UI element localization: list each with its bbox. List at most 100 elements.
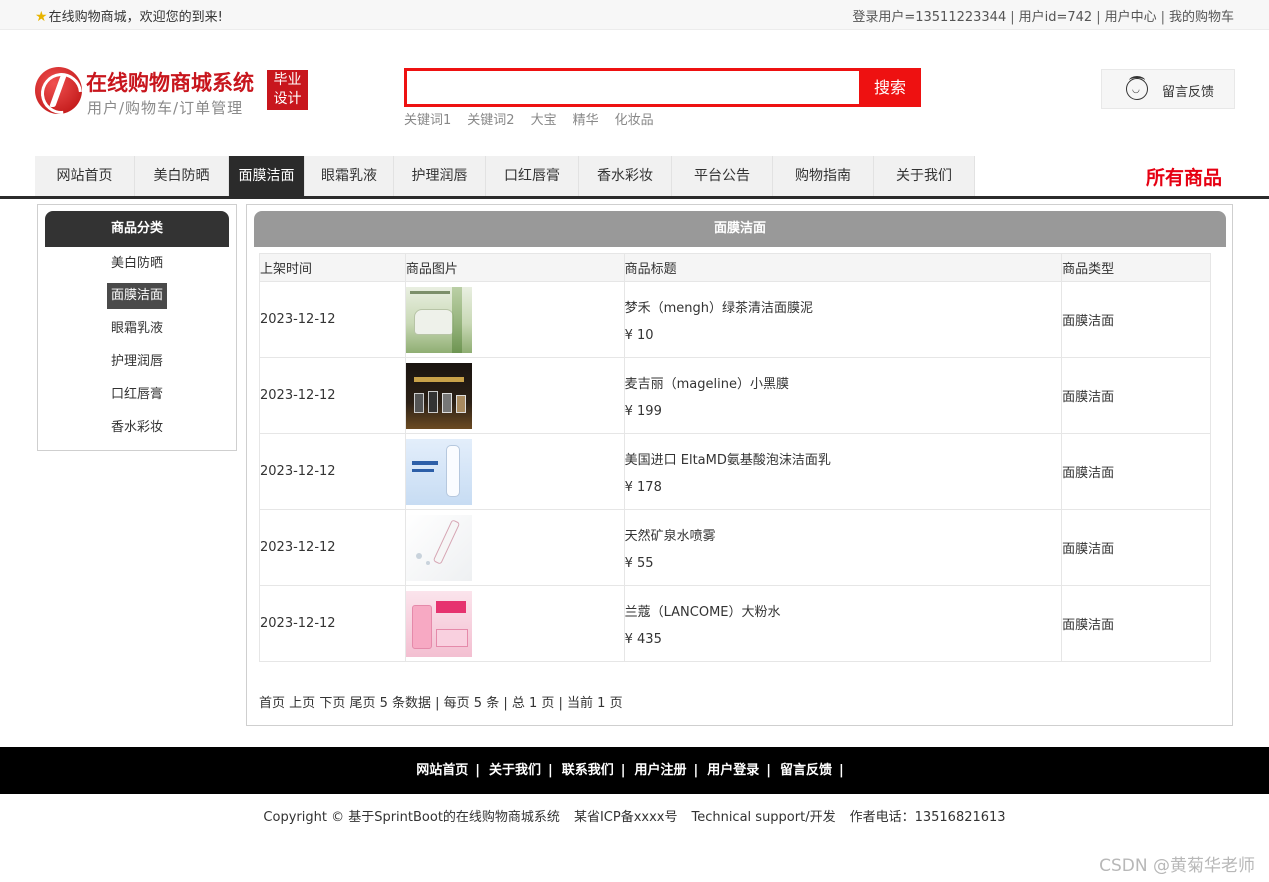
hot-keyword-4[interactable]: 精华 — [573, 113, 599, 128]
sidebar-item-lipstick[interactable]: 口红唇膏 — [38, 382, 236, 408]
row-date: 2023-12-12 — [259, 433, 406, 510]
feedback-button[interactable]: 留言反馈 — [1101, 69, 1235, 109]
footer-link-register[interactable]: 用户注册 — [635, 763, 687, 778]
row-type: 面膜洁面 — [1061, 509, 1211, 586]
sidebar-item-whitening[interactable]: 美白防晒 — [38, 251, 236, 277]
user-id-label: 用户id=742 — [1018, 10, 1093, 25]
row-title-cell: 梦禾（mengh）绿茶清洁面膜泥 ¥ 10 — [623, 281, 1063, 358]
nav-item-whitening[interactable]: 美白防晒 — [135, 156, 229, 196]
footer-link-feedback[interactable]: 留言反馈 — [780, 763, 832, 778]
site-logo-icon[interactable] — [35, 67, 82, 114]
sidebar-item-perfume[interactable]: 香水彩妆 — [38, 415, 236, 441]
nav-item-about-us[interactable]: 关于我们 — [874, 156, 975, 196]
row-image-cell — [404, 433, 625, 510]
row-title-cell: 天然矿泉水喷雾 ¥ 55 — [623, 509, 1063, 586]
nav-item-lipstick[interactable]: 口红唇膏 — [486, 156, 579, 196]
product-price: ¥ 435 — [624, 631, 662, 647]
product-price: ¥ 199 — [624, 403, 662, 419]
column-header-title: 商品标题 — [623, 253, 1063, 282]
row-date: 2023-12-12 — [259, 357, 406, 434]
icp-text: 某省ICP备xxxx号 — [573, 810, 678, 825]
sidebar-item-lip-care[interactable]: 护理润唇 — [38, 349, 236, 375]
row-image-cell — [404, 509, 625, 586]
product-panel: 面膜洁面 上架时间 商品图片 商品标题 商品类型 2023-12-12 梦禾（m… — [246, 204, 1233, 726]
graduation-badge: 毕业 设计 — [267, 70, 308, 110]
feedback-label: 留言反馈 — [1162, 85, 1215, 100]
hot-keyword-2[interactable]: 关键词2 — [467, 113, 514, 128]
search-input[interactable] — [407, 71, 859, 104]
column-header-date: 上架时间 — [259, 253, 406, 282]
site-subtitle: 用户/购物车/订单管理 — [87, 99, 244, 117]
sidebar-item-label: 香水彩妆 — [110, 420, 163, 435]
all-products-link[interactable]: 所有商品 — [1146, 163, 1222, 190]
table-row: 2023-12-12 兰蔻（LANCOME）大粉水 ¥ 435 面膜洁面 — [259, 585, 1211, 662]
row-image-cell — [404, 357, 625, 434]
sidebar-item-label: 眼霜乳液 — [110, 321, 163, 336]
footer-link-contact[interactable]: 联系我们 — [562, 763, 614, 778]
search-button[interactable]: 搜索 — [859, 68, 921, 107]
my-cart-link[interactable]: 我的购物车 — [1169, 10, 1234, 25]
product-image[interactable] — [405, 438, 472, 505]
product-title-link[interactable]: 梦禾（mengh）绿茶清洁面膜泥 — [625, 297, 1062, 316]
sidebar-item-mask-cleanser[interactable]: 面膜洁面 — [38, 283, 236, 309]
column-header-type: 商品类型 — [1061, 253, 1211, 282]
footer-link-about[interactable]: 关于我们 — [489, 763, 541, 778]
product-title-link[interactable]: 美国进口 EltaMD氨基酸泡沫洁面乳 — [625, 449, 1062, 468]
product-image[interactable] — [405, 286, 472, 353]
footer-link-home[interactable]: 网站首页 — [416, 763, 468, 778]
sidebar-item-label: 美白防晒 — [110, 256, 163, 271]
sidebar-item-label: 护理润唇 — [110, 354, 163, 369]
product-image[interactable] — [405, 590, 472, 657]
csdn-watermark: CSDN @黄菊华老师 — [1099, 856, 1255, 876]
table-row: 2023-12-12 天然矿泉水喷雾 ¥ 55 面膜洁面 — [259, 509, 1211, 586]
table-row: 2023-12-12 麦吉丽（mageline）小黑膜 ¥ 199 面膜洁面 — [259, 357, 1211, 434]
row-date: 2023-12-12 — [259, 281, 406, 358]
nav-item-eye-cream[interactable]: 眼霜乳液 — [305, 156, 394, 196]
pager-summary: 5 条数据 | 每页 5 条 | 总 1 页 | 当前 1 页 — [379, 696, 623, 711]
phone-text: 作者电话：13516821613 — [849, 810, 1006, 825]
pager-prev-link[interactable]: 上页 — [289, 696, 315, 711]
pager-next-link[interactable]: 下页 — [319, 696, 345, 711]
hot-keyword-5[interactable]: 化妆品 — [615, 113, 654, 128]
nav-item-home[interactable]: 网站首页 — [35, 156, 135, 196]
nav-item-shopping-guide[interactable]: 购物指南 — [773, 156, 874, 196]
panel-title: 面膜洁面 — [254, 211, 1226, 247]
site-title[interactable]: 在线购物商城系统 — [86, 67, 254, 97]
row-title-cell: 美国进口 EltaMD氨基酸泡沫洁面乳 ¥ 178 — [623, 433, 1063, 510]
table-row: 2023-12-12 美国进口 EltaMD氨基酸泡沫洁面乳 ¥ 178 面膜洁… — [259, 433, 1211, 510]
product-title-link[interactable]: 兰蔻（LANCOME）大粉水 — [625, 601, 1062, 620]
table-header-row: 上架时间 商品图片 商品标题 商品类型 — [259, 253, 1211, 282]
nav-item-announcements[interactable]: 平台公告 — [672, 156, 773, 196]
copyright-line: Copyright © 基于SprintBoot的在线购物商城系统 某省ICP备x… — [0, 806, 1269, 825]
product-table: 上架时间 商品图片 商品标题 商品类型 2023-12-12 梦禾（mengh）… — [259, 253, 1211, 662]
product-title-link[interactable]: 天然矿泉水喷雾 — [625, 525, 1062, 544]
row-type: 面膜洁面 — [1061, 585, 1211, 662]
pager-first-link[interactable]: 首页 — [259, 696, 285, 711]
badge-line-1: 毕业 — [273, 72, 302, 88]
product-image[interactable] — [405, 514, 472, 581]
footer-links: 网站首页 | 关于我们 | 联系我们 | 用户注册 | 用户登录 | 留言反馈 | — [0, 747, 1269, 794]
hot-keyword-1[interactable]: 关键词1 — [404, 113, 451, 128]
product-title-link[interactable]: 麦吉丽（mageline）小黑膜 — [625, 373, 1062, 392]
search-box: 搜索 — [404, 68, 921, 107]
pager-last-link[interactable]: 尾页 — [349, 696, 375, 711]
user-links: 登录用户=13511223344 | 用户id=742 | 用户中心 | 我的购物车 — [852, 10, 1234, 25]
row-image-cell — [404, 585, 625, 662]
welcome-message: ★在线购物商城，欢迎您的到来! — [35, 6, 223, 25]
nav-item-perfume[interactable]: 香水彩妆 — [579, 156, 672, 196]
user-center-link[interactable]: 用户中心 — [1105, 10, 1157, 25]
product-price: ¥ 55 — [624, 555, 654, 571]
product-price: ¥ 178 — [624, 479, 662, 495]
row-title-cell: 麦吉丽（mageline）小黑膜 ¥ 199 — [623, 357, 1063, 434]
product-image[interactable] — [405, 362, 472, 429]
nav-divider — [0, 196, 1269, 199]
footer-link-login[interactable]: 用户登录 — [707, 763, 759, 778]
sidebar-item-eye-cream[interactable]: 眼霜乳液 — [38, 316, 236, 342]
support-text: Technical support/开发 — [691, 810, 836, 825]
nav-item-lip-care[interactable]: 护理润唇 — [394, 156, 486, 196]
hot-keyword-3[interactable]: 大宝 — [531, 113, 557, 128]
row-image-cell — [404, 281, 625, 358]
row-type: 面膜洁面 — [1061, 357, 1211, 434]
sidebar-item-label: 面膜洁面 — [106, 283, 167, 309]
nav-item-mask-cleanser[interactable]: 面膜洁面 — [229, 156, 305, 196]
